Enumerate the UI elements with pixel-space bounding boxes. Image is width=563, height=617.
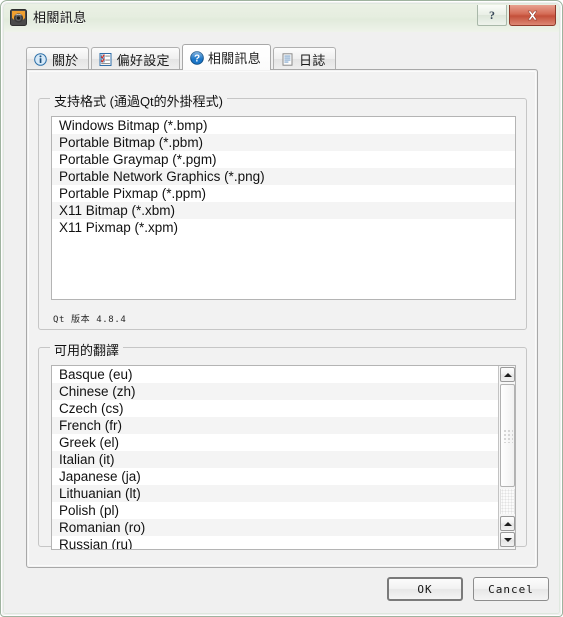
list-item[interactable]: Windows Bitmap (*.bmp) [52,117,515,134]
supported-formats-group: 支持格式 (通過Qt的外掛程式) Windows Bitmap (*.bmp) P… [38,91,527,330]
list-item[interactable]: Russian (ru) [52,536,498,549]
translations-scrollbar[interactable] [498,366,515,549]
list-item[interactable]: X11 Bitmap (*.xbm) [52,202,515,219]
scrollbar-thumb[interactable] [500,384,515,487]
available-translations-group: 可用的翻譯 Basque (eu) Chinese (zh) Czech (cs) F… [38,340,527,550]
tab-about[interactable]: 關於 [26,47,89,70]
svg-text:?: ? [194,54,200,65]
qt-version-label: Qt 版本 4.8.4 [53,315,127,325]
question-icon: ? [190,51,204,65]
list-item[interactable]: Portable Network Graphics (*.png) [52,168,515,185]
list-item[interactable]: Greek (el) [52,434,498,451]
list-item[interactable]: Portable Bitmap (*.pbm) [52,134,515,151]
list-item[interactable]: Czech (cs) [52,400,498,417]
tab-about-label: 關於 [52,52,79,68]
tab-log-label: 日誌 [299,52,326,68]
list-item[interactable]: Portable Graymap (*.pgm) [52,151,515,168]
list-item[interactable]: X11 Pixmap (*.xpm) [52,219,515,236]
tab-bar: 關於 偏好設定 ? 相關訊息 日誌 [26,44,338,70]
translations-rows: Basque (eu) Chinese (zh) Czech (cs) French … [52,366,498,549]
available-translations-list[interactable]: Basque (eu) Chinese (zh) Czech (cs) French … [51,365,516,550]
close-button[interactable] [509,5,556,26]
list-item[interactable]: Chinese (zh) [52,383,498,400]
tab-preferences[interactable]: 偏好設定 [90,47,180,70]
window-controls: ? [477,5,556,29]
list-item[interactable]: Italian (it) [52,451,498,468]
list-item[interactable]: Polish (pl) [52,502,498,519]
tab-log[interactable]: 日誌 [273,47,336,70]
scrollbar-grip [502,428,513,443]
app-icon [10,9,27,26]
available-translations-title: 可用的翻譯 [50,340,124,359]
list-item[interactable]: Romanian (ro) [52,519,498,536]
window-title: 相關訊息 [33,10,87,25]
help-button[interactable]: ? [477,5,507,26]
tab-preferences-label: 偏好設定 [116,52,170,68]
dialog-window: 相關訊息 ? 關於 偏好設定 ? 相關訊息 日誌 支持格式 (通過Qt的外掛程式… [0,0,563,617]
chevron-up-icon [503,372,512,377]
ok-button[interactable]: OK [387,577,463,601]
scrollbar-track[interactable] [500,489,515,514]
checklist-icon [99,52,112,66]
scroll-down-button[interactable] [500,532,515,547]
scroll-up-button[interactable] [500,367,515,382]
list-item[interactable]: Lithuanian (lt) [52,485,498,502]
tab-panel-information: 支持格式 (通過Qt的外掛程式) Windows Bitmap (*.bmp) P… [26,69,538,568]
chevron-down-icon [503,537,512,542]
scroll-page-up-button[interactable] [500,516,515,531]
supported-formats-list[interactable]: Windows Bitmap (*.bmp) Portable Bitmap (*… [51,116,516,300]
window-inner: 相關訊息 ? 關於 偏好設定 ? 相關訊息 日誌 支持格式 (通過Qt的外掛程式… [3,3,560,614]
tab-information[interactable]: ? 相關訊息 [181,44,272,70]
close-icon [527,10,538,20]
list-item[interactable]: Portable Pixmap (*.ppm) [52,185,515,202]
tab-information-label: 相關訊息 [207,51,262,66]
list-item[interactable]: Japanese (ja) [52,468,498,485]
cancel-button[interactable]: Cancel [473,577,549,601]
chevron-up-icon [503,521,512,526]
formats-rows: Windows Bitmap (*.bmp) Portable Bitmap (*… [52,117,515,236]
dialog-body: 關於 偏好設定 ? 相關訊息 日誌 支持格式 (通過Qt的外掛程式) Windo… [4,32,559,613]
info-icon [34,52,47,66]
title-bar: 相關訊息 ? [4,4,559,32]
supported-formats-title: 支持格式 (通過Qt的外掛程式) [50,91,227,110]
list-item[interactable]: French (fr) [52,417,498,434]
document-icon [281,52,294,66]
list-item[interactable]: Basque (eu) [52,366,498,383]
